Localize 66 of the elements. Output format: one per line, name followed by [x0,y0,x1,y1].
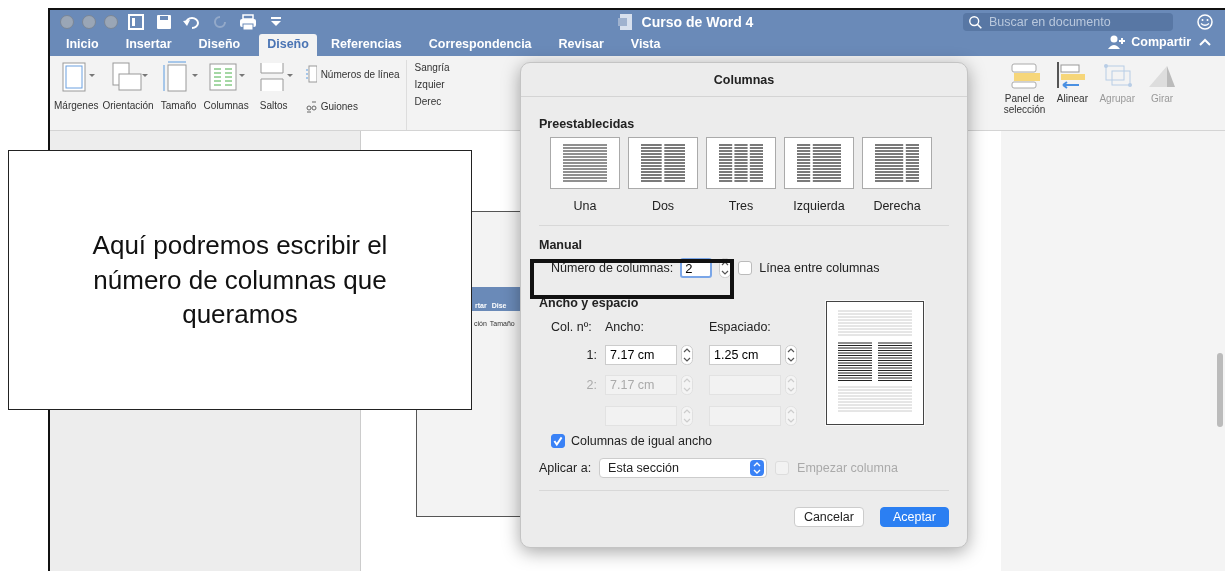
field-label: Aplicar a: [539,461,592,475]
checkbox-label: Línea entre columnas [759,261,880,275]
section-title: Preestablecidas [539,117,636,131]
ribbon-tab[interactable]: Diseño [190,34,249,56]
cancel-button[interactable]: Cancelar [793,507,864,527]
stepper[interactable] [719,258,732,278]
share-button[interactable]: Compartir [1131,35,1191,49]
row-number: 1: [585,347,598,362]
callout-text: Aquí podremos escribir el número de columnas que queramos [91,229,389,332]
window-control[interactable] [104,15,118,29]
scrollbar-thumb[interactable] [1217,353,1223,427]
column-header: Ancho: [605,320,645,335]
column-header: Col. nº: [551,320,593,335]
checkbox-label: Empezar columna [797,461,898,475]
column-layout-icon [795,143,843,183]
ribbon-button[interactable]: Alinear [1055,60,1090,130]
ribbon-button[interactable]: Saltos [250,60,297,130]
smiley-icon[interactable] [1195,13,1215,31]
ribbon-tab[interactable]: Correspondencia [420,34,540,56]
field-label: Número de columnas: [551,261,674,275]
ribbon-button[interactable]: Columnas [201,60,251,130]
add-person-icon[interactable] [1107,33,1128,51]
ribbon-tab[interactable]: Diseño [259,34,317,56]
group-label: Sangría [414,62,451,73]
ribbon-tab[interactable]: Insertar [117,34,180,56]
ribbon-tab[interactable]: Revisar [550,34,612,56]
print-icon[interactable] [238,13,258,31]
ribbon-button[interactable]: Izquier [414,79,475,90]
window-control[interactable] [82,15,96,29]
ribbon-tab[interactable]: Vista [622,34,669,56]
checkbox[interactable] [551,434,565,448]
ribbon-button[interactable]: Números de línea [304,64,400,84]
line-numbers-icon [304,64,317,84]
save-icon[interactable] [154,13,174,31]
row-number: 2: [585,378,598,393]
apply-dropdown[interactable]: Esta sección [599,458,768,478]
ribbon-button[interactable]: Panel de selección [1003,60,1046,130]
ribbon-tab[interactable]: Referencias [322,34,410,56]
section-title: Ancho y espacio [539,296,640,310]
window-control[interactable] [60,15,74,29]
column-layout-icon [873,143,921,183]
section-title: Manual [539,238,584,252]
column-layout-icon [561,143,609,183]
width-field[interactable]: 7.17 cm [605,344,677,365]
checkbox-label: Columnas de igual ancho [571,434,713,448]
column-layout-icon [639,143,687,183]
dropdown-arrows-icon [750,460,765,476]
ribbon-button[interactable]: Márgenes [52,60,101,130]
sidebar-icon[interactable] [126,13,146,31]
stepper[interactable] [785,344,797,365]
accept-button[interactable]: Aceptar [879,507,949,527]
ribbon-tab[interactable]: Inicio [58,34,107,56]
stepper[interactable] [681,344,693,365]
check-icon [552,435,564,447]
spacing-field[interactable]: 1.25 cm [709,344,781,365]
search-field[interactable]: Buscar en documento [963,13,1173,31]
window-title: Curso de Word 4 [641,14,754,30]
ribbon-button[interactable]: Tamaño [155,60,202,130]
search-icon [967,14,985,30]
checkbox[interactable] [738,261,753,275]
dialog-title: Columnas [521,63,967,97]
ribbon-button[interactable]: Orientación [100,60,156,130]
column-header: Espaciado: [709,320,772,335]
column-layout-icon [717,143,765,183]
ribbon-button[interactable]: Derec [414,96,475,107]
ribbon-button[interactable]: Guiones [304,96,400,116]
